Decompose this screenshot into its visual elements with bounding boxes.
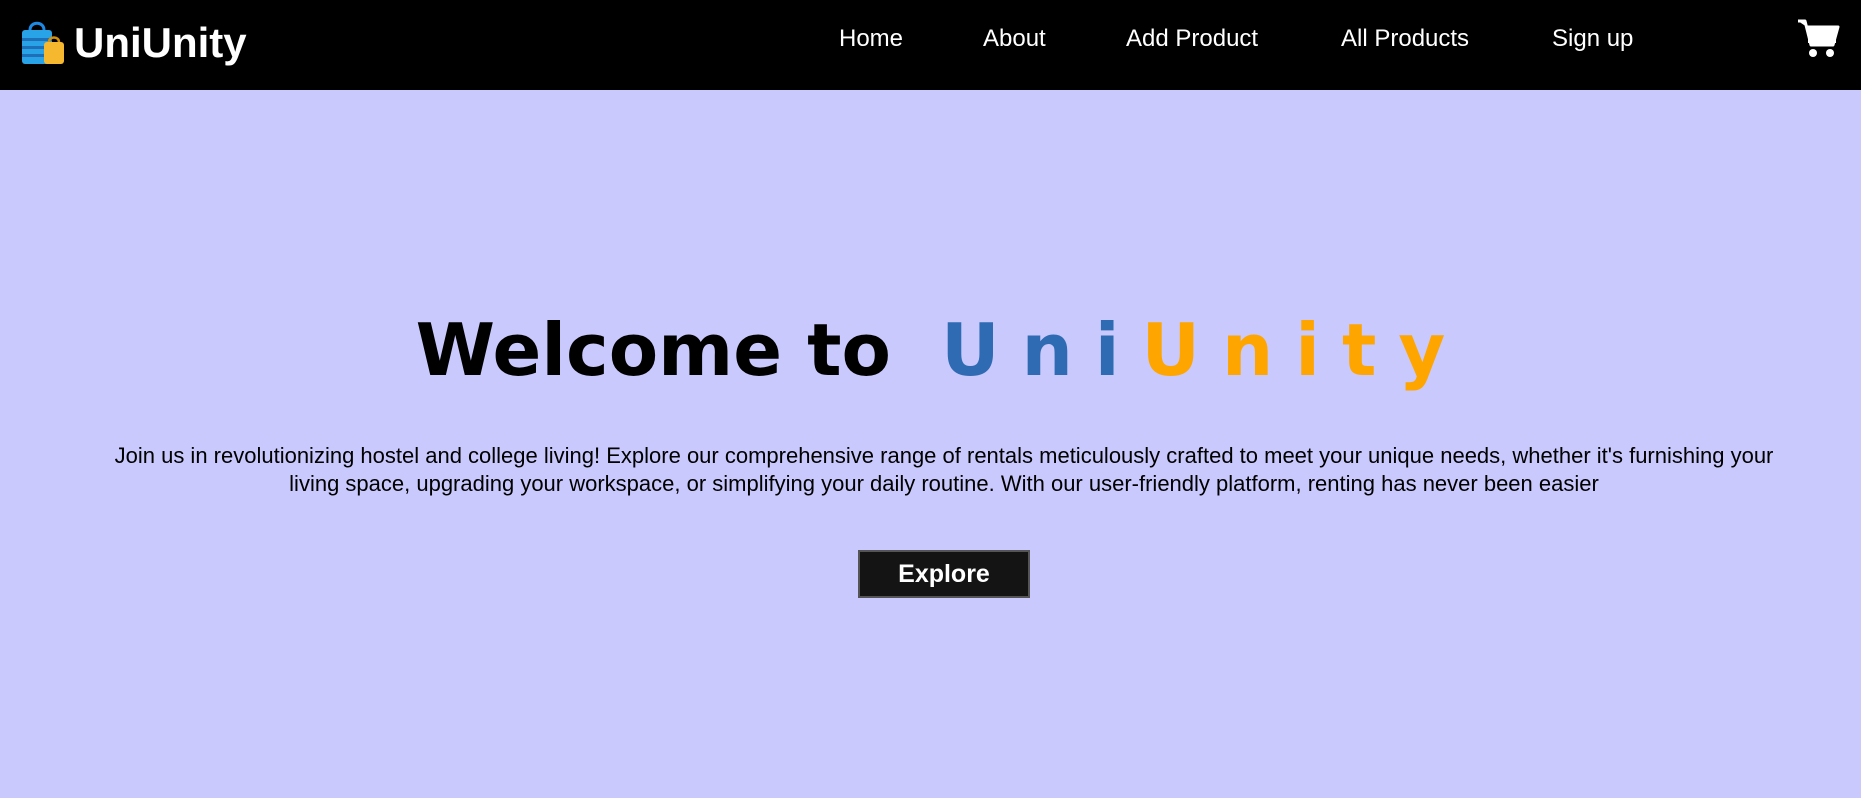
nav-link-about[interactable]: About <box>983 24 1046 54</box>
nav-link-sign-up[interactable]: Sign up <box>1552 24 1633 54</box>
hero-title-prefix: Welcome to <box>415 308 891 392</box>
nav-link-home[interactable]: Home <box>839 24 903 54</box>
hero-title-letter: y <box>1398 308 1446 392</box>
hero-title-letter: i <box>1295 308 1320 392</box>
top-navbar: UniUnity Home About Add Product All Prod… <box>0 0 1861 90</box>
hero-title-letter: n <box>1222 308 1274 392</box>
hero-title-brand: UniUnity <box>916 308 1445 392</box>
nav-menu: Home About Add Product All Products Sign… <box>0 0 1861 90</box>
nav-link-add-product[interactable]: Add Product <box>1126 24 1258 54</box>
hero-title-letter: i <box>1094 308 1120 392</box>
nav-link-all-products[interactable]: All Products <box>1341 24 1469 54</box>
explore-button[interactable]: Explore <box>858 550 1030 598</box>
hero-title: Welcome to UniUnity <box>0 305 1861 395</box>
hero-description: Join us in revolutionizing hostel and co… <box>114 443 1774 496</box>
hero-title-letter: n <box>1021 308 1073 392</box>
shopping-cart-icon[interactable] <box>1796 16 1840 60</box>
hero-title-letter: t <box>1341 308 1377 392</box>
hero-title-letter: U <box>941 308 1000 392</box>
hero-title-letter: U <box>1141 308 1201 392</box>
